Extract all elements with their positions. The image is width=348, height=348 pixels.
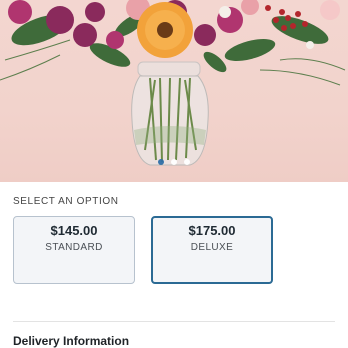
option-name: DELUXE xyxy=(190,242,234,253)
carousel-dot-1[interactable] xyxy=(158,159,164,165)
option-name: STANDARD xyxy=(45,242,103,253)
product-image-carousel[interactable] xyxy=(0,0,348,182)
option-standard-button[interactable]: $145.00 STANDARD xyxy=(13,216,135,284)
flower-bouquet-image xyxy=(0,0,346,166)
option-deluxe-button[interactable]: $175.00 DELUXE xyxy=(151,216,273,284)
carousel-dot-2[interactable] xyxy=(171,159,177,165)
option-price: $145.00 xyxy=(50,223,98,238)
carousel-indicator xyxy=(0,159,348,165)
select-option-label: SELECT AN OPTION xyxy=(13,196,119,207)
section-divider xyxy=(13,321,335,322)
option-price: $175.00 xyxy=(188,223,236,238)
carousel-dot-3[interactable] xyxy=(184,159,190,165)
delivery-information-heading[interactable]: Delivery Information xyxy=(13,334,129,348)
